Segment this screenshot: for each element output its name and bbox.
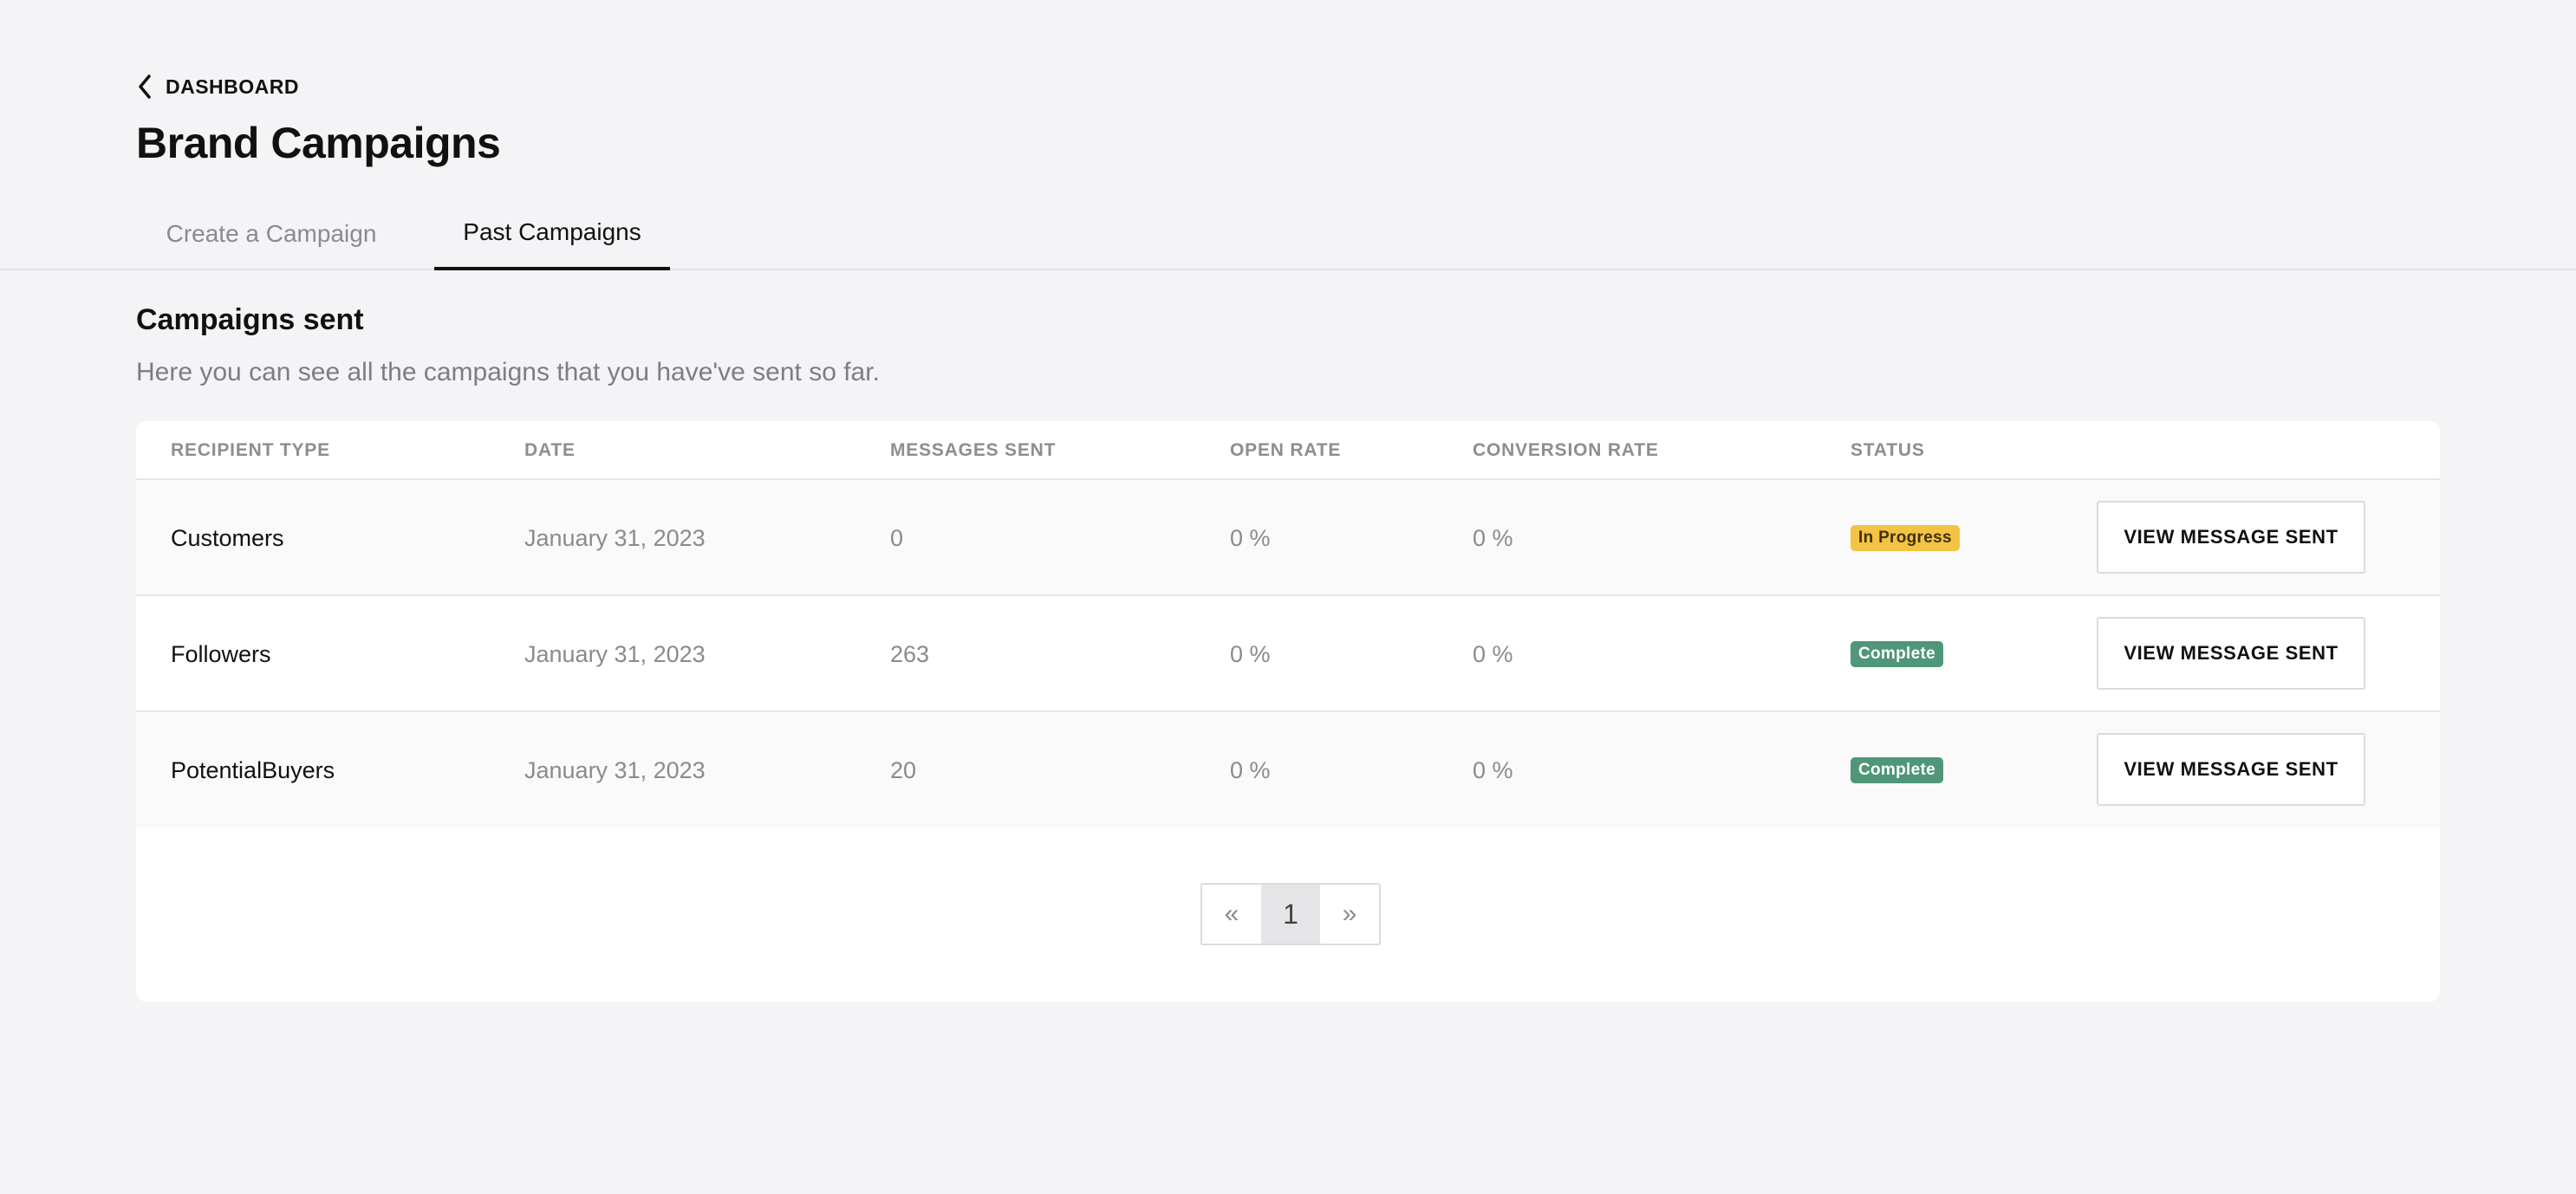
- conversion-rate-cell: 0 %: [1473, 524, 1513, 551]
- conversion-rate-cell: 0 %: [1473, 756, 1513, 783]
- view-message-sent-button[interactable]: VIEW MESSAGE SENT: [2097, 733, 2365, 806]
- recipient-type-cell: PotentialBuyers: [171, 756, 335, 783]
- status-cell: Complete: [1851, 712, 1943, 828]
- status-cell: In Progress: [1851, 480, 1960, 596]
- pagination: « 1 »: [1200, 883, 1381, 945]
- back-to-dashboard-link[interactable]: DASHBOARD: [136, 73, 299, 101]
- open-rate-cell: 0 %: [1230, 640, 1271, 667]
- tab-create-campaign[interactable]: Create a Campaign: [136, 198, 407, 270]
- date-cell: January 31, 2023: [524, 524, 706, 551]
- recipient-type-cell: Followers: [171, 640, 271, 667]
- header-conversion-rate: CONVERSION RATE: [1473, 440, 1659, 460]
- pagination-prev-button[interactable]: «: [1202, 885, 1261, 944]
- status-badge: Complete: [1851, 641, 1943, 667]
- tab-past-campaigns[interactable]: Past Campaigns: [434, 198, 670, 270]
- section-title: Campaigns sent: [136, 303, 364, 336]
- table-row: Customers January 31, 2023 0 0 % 0 % In …: [136, 480, 2440, 596]
- campaigns-table-card: RECIPIENT TYPE DATE MESSAGES SENT OPEN R…: [136, 421, 2440, 1002]
- page-title: Brand Campaigns: [136, 119, 501, 167]
- date-cell: January 31, 2023: [524, 640, 706, 667]
- open-rate-cell: 0 %: [1230, 756, 1271, 783]
- header-messages-sent: MESSAGES SENT: [890, 440, 1057, 460]
- back-link-label: DASHBOARD: [166, 75, 299, 98]
- header-status: STATUS: [1851, 440, 1925, 460]
- conversion-rate-cell: 0 %: [1473, 640, 1513, 667]
- open-rate-cell: 0 %: [1230, 524, 1271, 551]
- messages-sent-cell: 263: [890, 640, 930, 667]
- view-message-sent-button[interactable]: VIEW MESSAGE SENT: [2097, 617, 2365, 690]
- pagination-next-button[interactable]: »: [1320, 885, 1379, 944]
- tab-bar: Create a Campaign Past Campaigns: [0, 198, 2576, 270]
- view-message-sent-button[interactable]: VIEW MESSAGE SENT: [2097, 501, 2365, 574]
- messages-sent-cell: 0: [890, 524, 904, 551]
- header-open-rate: OPEN RATE: [1230, 440, 1342, 460]
- pagination-page-1[interactable]: 1: [1261, 885, 1320, 944]
- header-date: DATE: [524, 440, 576, 460]
- header-recipient-type: RECIPIENT TYPE: [171, 440, 330, 460]
- status-badge: Complete: [1851, 757, 1943, 783]
- section-description: Here you can see all the campaigns that …: [136, 358, 880, 386]
- status-badge: In Progress: [1851, 525, 1960, 551]
- table-header: RECIPIENT TYPE DATE MESSAGES SENT OPEN R…: [136, 421, 2440, 480]
- table-row: PotentialBuyers January 31, 2023 20 0 % …: [136, 712, 2440, 828]
- table-row: Followers January 31, 2023 263 0 % 0 % C…: [136, 596, 2440, 712]
- date-cell: January 31, 2023: [524, 756, 706, 783]
- recipient-type-cell: Customers: [171, 524, 284, 551]
- chevron-left-icon: [136, 73, 153, 101]
- status-cell: Complete: [1851, 596, 1943, 712]
- messages-sent-cell: 20: [890, 756, 917, 783]
